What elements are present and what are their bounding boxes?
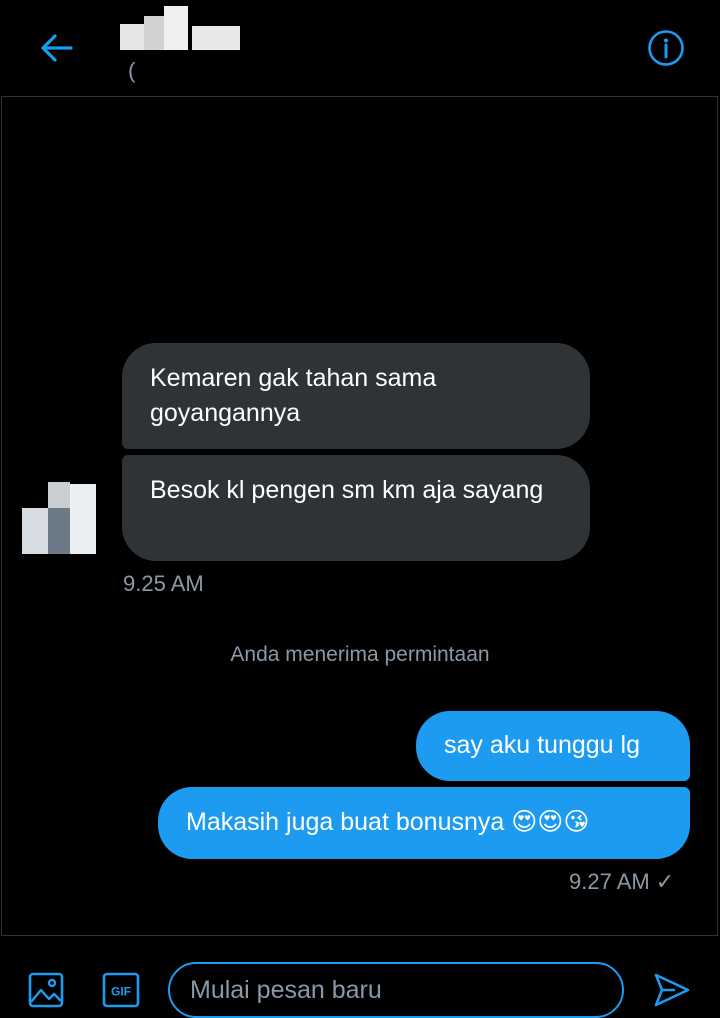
request-accepted-note: Anda menerima permintaan: [230, 643, 490, 666]
sent-message-bubble[interactable]: Makasih juga buat bonusnya 😍😍😘: [158, 787, 690, 859]
back-button[interactable]: [34, 26, 78, 70]
arrow-left-icon: [41, 34, 73, 62]
send-button[interactable]: [652, 970, 692, 1010]
add-media-button[interactable]: [28, 972, 64, 1008]
info-button[interactable]: [644, 26, 688, 70]
received-message-bubble[interactable]: Besok kl pengen sm km aja sayang: [122, 455, 590, 561]
gif-label: GIF: [111, 985, 131, 999]
message-composer: GIF: [0, 938, 720, 1018]
received-timestamp: 9.25 AM: [123, 571, 204, 596]
sender-avatar-redacted[interactable]: [22, 478, 102, 558]
sent-check-icon: ✓: [655, 869, 675, 894]
contact-handle: (: [128, 58, 136, 83]
send-icon: [654, 973, 690, 1007]
info-circle-icon: [648, 30, 684, 66]
contact-name-redacted[interactable]: [120, 4, 250, 54]
message-input[interactable]: [168, 962, 624, 1018]
image-icon: [28, 972, 64, 1008]
received-message-bubble[interactable]: Kemaren gak tahan sama goyangannya: [122, 343, 590, 449]
sent-message-bubble[interactable]: say aku tunggu lg: [416, 711, 690, 781]
sent-timestamp: 9.27 AM: [569, 869, 650, 894]
sent-timestamp-row: 9.27 AM ✓: [569, 869, 674, 895]
add-gif-button[interactable]: GIF: [102, 972, 140, 1008]
conversation-header: (: [0, 0, 720, 96]
gif-icon: GIF: [102, 972, 140, 1008]
